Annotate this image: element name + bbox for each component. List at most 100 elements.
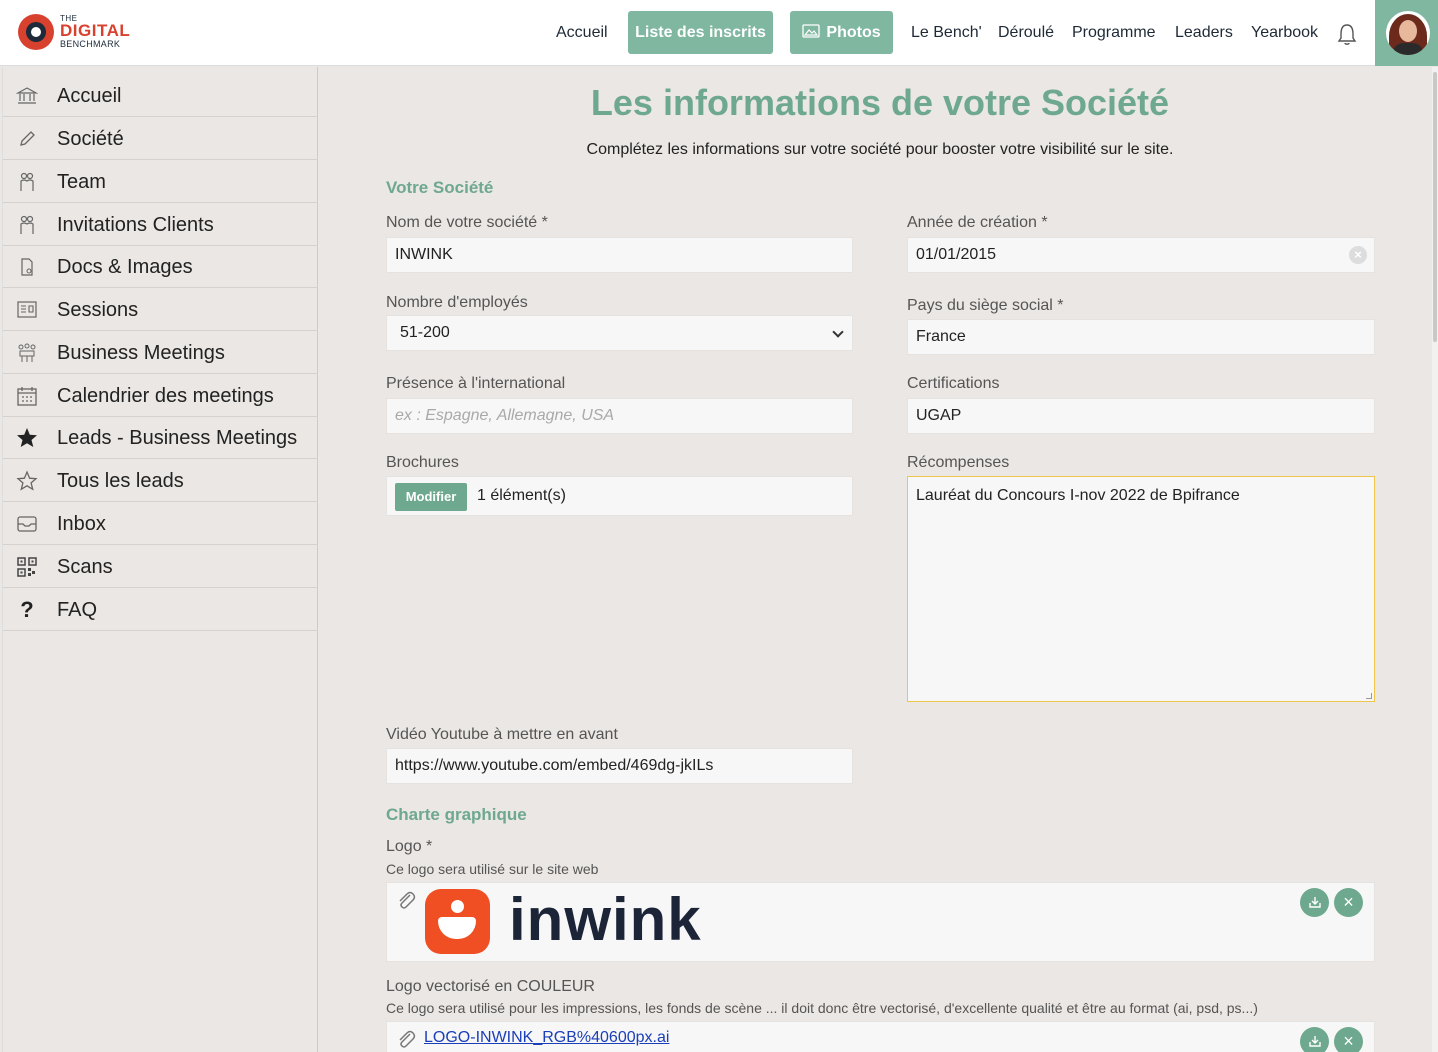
sidebar: Accueil Société Team Invitations Clients…	[2, 67, 318, 1052]
image-icon	[802, 24, 821, 38]
sidebar-item-label: Inbox	[57, 513, 106, 535]
scrollbar-thumb[interactable]	[1433, 72, 1437, 342]
logo-hint: Ce logo sera utilisé sur le site web	[386, 861, 599, 877]
remove-icon[interactable]: ×	[1334, 1027, 1363, 1052]
document-icon	[21, 258, 33, 276]
sidebar-item-label: Sessions	[57, 299, 139, 321]
nav-photos-button[interactable]: Photos	[790, 11, 893, 54]
vector-logo-label: Logo vectorisé en COULEUR	[386, 978, 595, 995]
sidebar-item-label: Team	[57, 171, 106, 193]
sessions-icon	[17, 301, 37, 318]
inwink-logo-icon	[425, 889, 490, 954]
qrcode-icon	[17, 557, 37, 577]
brochures-modifier-button[interactable]: Modifier	[395, 483, 467, 511]
sidebar-item-label: Société	[57, 128, 124, 150]
brochures-field: Modifier 1 élément(s)	[386, 476, 853, 516]
video-label: Vidéo Youtube à mettre en avant	[386, 726, 618, 743]
paperclip-icon	[399, 1030, 416, 1048]
sidebar-item-business-meetings[interactable]: Business Meetings	[3, 332, 318, 374]
nav-accueil[interactable]: Accueil	[556, 11, 608, 54]
download-icon[interactable]	[1300, 888, 1329, 917]
vector-logo-file-link[interactable]: LOGO-INWINK_RGB%40600px.ai	[424, 1029, 669, 1047]
sidebar-item-leads-business-meetings[interactable]: Leads - Business Meetings	[3, 417, 318, 459]
certifications-value: UGAP	[916, 407, 962, 424]
page-title: Les informations de votre Société	[590, 82, 1170, 123]
hq-country-value: France	[916, 328, 966, 345]
sidebar-item-label: Calendrier des meetings	[57, 385, 274, 407]
nav-programme[interactable]: Programme	[1072, 11, 1156, 54]
star-filled-icon	[17, 428, 37, 447]
bank-icon	[16, 87, 38, 104]
logo-benchmark: BENCHMARK	[60, 39, 121, 49]
logo-digital: DIGITAL	[60, 21, 131, 40]
sidebar-item-scans[interactable]: Scans	[3, 546, 318, 588]
sidebar-item-inbox[interactable]: Inbox	[3, 503, 318, 545]
sidebar-item-label: Scans	[57, 556, 113, 578]
certifications-label: Certifications	[907, 375, 1000, 392]
sidebar-item-faq[interactable]: ? FAQ	[3, 589, 318, 631]
nav-liste-inscrits-button[interactable]: Liste des inscrits	[628, 11, 773, 54]
top-bar: THE DIGITAL BENCHMARK Accueil Liste des …	[0, 0, 1438, 66]
chevron-down-icon	[832, 326, 844, 338]
bell-icon[interactable]	[1336, 22, 1358, 46]
download-icon[interactable]	[1300, 1027, 1329, 1052]
video-value: https://www.youtube.com/embed/469dg-jkIL…	[395, 757, 714, 774]
calendar-icon	[17, 387, 37, 406]
brochures-count: 1 élément(s)	[477, 487, 566, 504]
international-input[interactable]: ex : Espagne, Allemagne, USA	[386, 398, 853, 434]
nav-leaders[interactable]: Leaders	[1175, 11, 1233, 54]
sidebar-item-docs-images[interactable]: Docs & Images	[3, 246, 318, 288]
nav-yearbook[interactable]: Yearbook	[1251, 11, 1318, 54]
question-icon: ?	[20, 597, 34, 622]
company-name-value: INWINK	[395, 246, 453, 263]
vector-logo-upload-box[interactable]: LOGO-INWINK_RGB%40600px.ai ×	[386, 1021, 1375, 1052]
sidebar-item-label: Accueil	[57, 85, 122, 107]
sidebar-item-calendrier[interactable]: Calendrier des meetings	[3, 375, 318, 417]
digital-benchmark-logo[interactable]: THE DIGITAL BENCHMARK	[18, 12, 138, 54]
paperclip-icon	[399, 891, 416, 909]
creation-year-label: Année de création *	[907, 214, 1048, 231]
creation-year-input[interactable]: 01/01/2015 ×	[907, 237, 1375, 273]
hq-country-label: Pays du siège social *	[907, 297, 1064, 314]
sidebar-item-accueil[interactable]: Accueil	[3, 75, 318, 117]
sidebar-item-sessions[interactable]: Sessions	[3, 289, 318, 331]
nav-photos-label: Photos	[826, 24, 881, 41]
logo-ring-icon	[18, 14, 54, 50]
people-icon	[20, 215, 34, 234]
video-input[interactable]: https://www.youtube.com/embed/469dg-jkIL…	[386, 748, 853, 784]
section-title-votre-societe: Votre Société	[386, 178, 494, 197]
avatar	[1386, 11, 1430, 55]
sidebar-item-team[interactable]: Team	[3, 161, 318, 203]
sidebar-item-societe[interactable]: Société	[3, 118, 318, 160]
inwink-logo-text: inwink	[509, 886, 702, 953]
pencil-icon	[20, 131, 35, 146]
company-name-label: Nom de votre société *	[386, 214, 548, 231]
creation-year-value: 01/01/2015	[916, 246, 997, 263]
sidebar-item-tous-les-leads[interactable]: Tous les leads	[3, 460, 318, 502]
brochures-label: Brochures	[386, 454, 459, 471]
employees-select[interactable]: 51-200	[386, 315, 853, 351]
clear-date-icon[interactable]: ×	[1349, 246, 1367, 264]
resize-grip-icon[interactable]	[1366, 693, 1372, 699]
hq-country-input[interactable]: France	[907, 319, 1375, 355]
meeting-icon	[18, 343, 36, 362]
star-outline-icon	[16, 470, 38, 491]
vector-logo-hint: Ce logo sera utilisé pour les impression…	[386, 1000, 1258, 1016]
sidebar-item-label: Invitations Clients	[57, 214, 214, 236]
logo-label: Logo *	[386, 838, 433, 855]
nav-liste-inscrits-label: Liste des inscrits	[635, 24, 766, 41]
awards-label: Récompenses	[907, 454, 1010, 471]
user-avatar-button[interactable]	[1375, 0, 1438, 66]
certifications-input[interactable]: UGAP	[907, 398, 1375, 434]
section-title-charte-graphique: Charte graphique	[386, 805, 527, 824]
awards-value: Lauréat du Concours I-nov 2022 de Bpifra…	[916, 487, 1240, 504]
awards-textarea[interactable]: Lauréat du Concours I-nov 2022 de Bpifra…	[907, 476, 1375, 702]
inbox-icon	[17, 516, 37, 532]
nav-le-bench[interactable]: Le Bench'	[911, 11, 982, 54]
sidebar-item-invitations-clients[interactable]: Invitations Clients	[3, 204, 318, 246]
remove-icon[interactable]: ×	[1334, 888, 1363, 917]
logo-upload-box[interactable]: inwink ×	[386, 882, 1375, 962]
company-name-input[interactable]: INWINK	[386, 237, 853, 273]
international-label: Présence à l'international	[386, 375, 566, 392]
nav-deroule[interactable]: Déroulé	[998, 11, 1054, 54]
